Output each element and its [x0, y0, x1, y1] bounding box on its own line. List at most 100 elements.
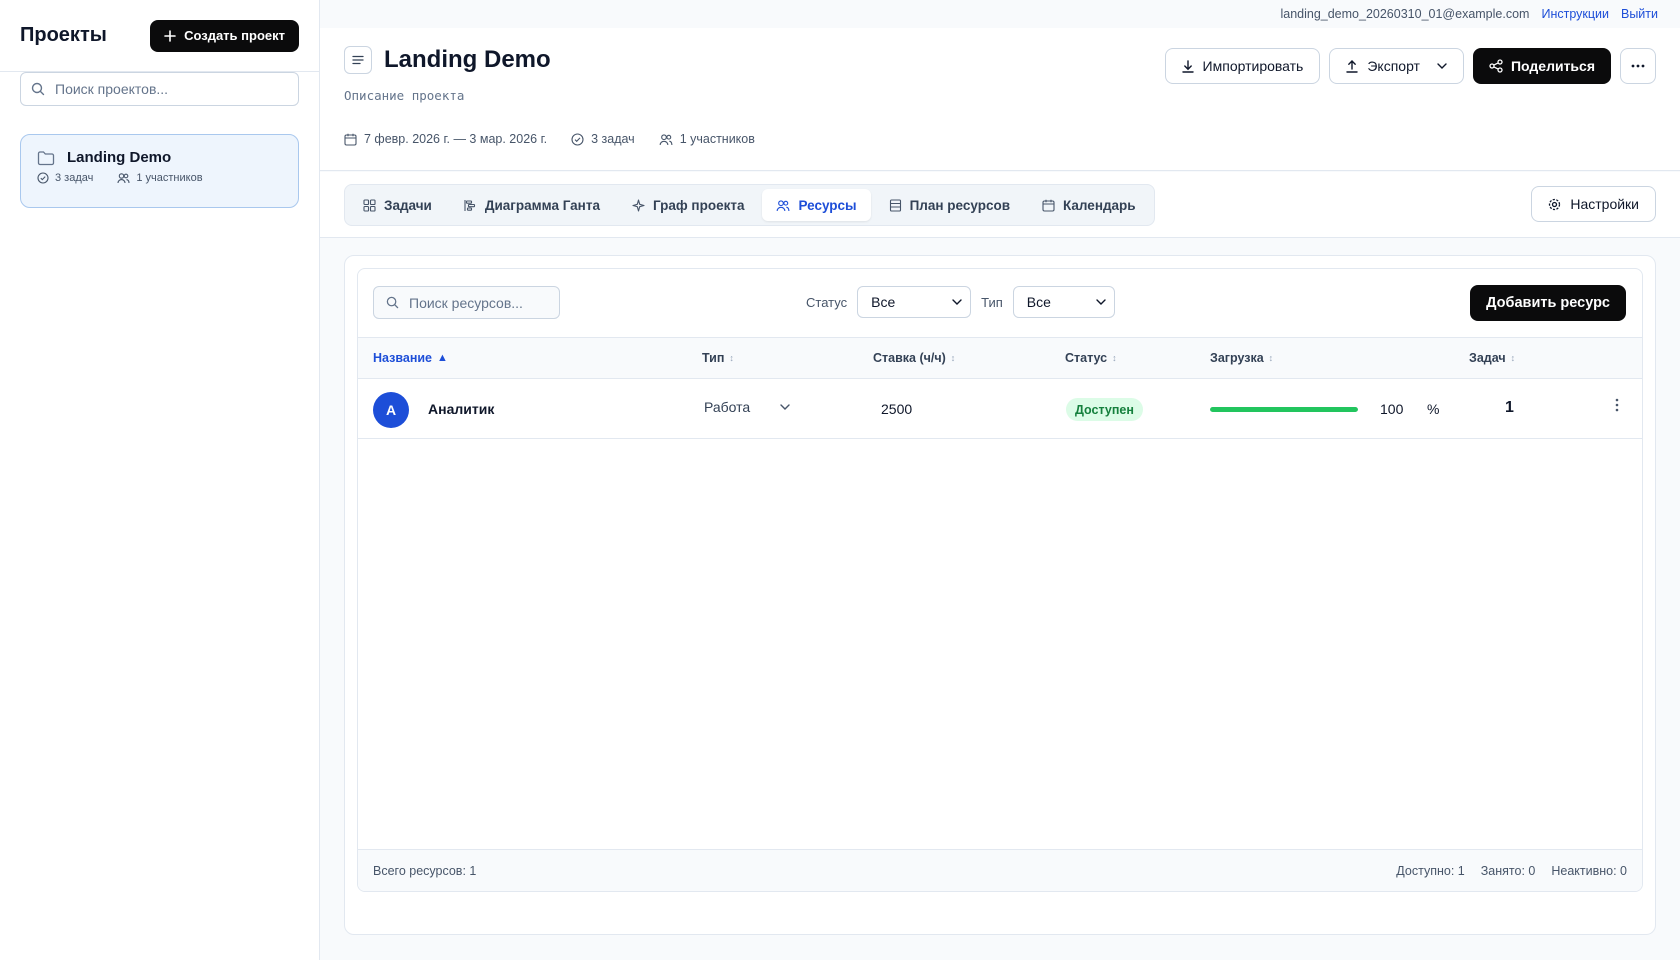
status-badge: Доступен: [1066, 398, 1143, 421]
tab-calendar[interactable]: Календарь: [1028, 189, 1150, 221]
check-circle-icon: [37, 172, 49, 184]
view-tabs: Задачи Диаграмма Ганта Граф проекта Ресу…: [344, 184, 1155, 226]
avatar: А: [373, 392, 409, 428]
share-icon: [1489, 59, 1503, 73]
resource-rate[interactable]: 2500: [881, 401, 912, 417]
tab-label: Диаграмма Ганта: [484, 197, 600, 213]
chevron-down-icon: [780, 404, 790, 410]
sidebar: Проекты Создать проект Landing Demo 3 за…: [0, 0, 320, 960]
project-dates: 7 февр. 2026 г. — 3 мар. 2026 г.: [364, 132, 548, 146]
column-header-status[interactable]: Статус ↕: [1065, 351, 1117, 365]
search-icon: [386, 296, 399, 309]
resource-filters: Статус Все Тип Все: [806, 286, 1115, 318]
resource-search[interactable]: [373, 286, 590, 319]
column-header-rate[interactable]: Ставка (ч/ч) ↕: [873, 351, 955, 365]
menu-icon: [352, 55, 364, 65]
upload-icon: [1346, 59, 1359, 73]
resource-search-input[interactable]: [409, 294, 590, 311]
tab-resources[interactable]: Ресурсы: [762, 189, 871, 221]
sort-icon: ↕: [1268, 352, 1274, 363]
share-button[interactable]: Поделиться: [1472, 48, 1611, 84]
sort-icon: ↕: [1112, 352, 1117, 363]
resource-type-select[interactable]: Работа: [704, 399, 790, 415]
project-meta: 3 задач 1 участников: [37, 172, 282, 184]
column-label: Название: [373, 351, 433, 365]
more-vertical-icon: [1615, 398, 1619, 412]
resources-toolbar: Статус Все Тип Все Доб: [358, 269, 1642, 337]
user-email: landing_demo_20260310_01@example.com: [1280, 7, 1530, 21]
column-label: Ставка (ч/ч): [873, 351, 946, 365]
tab-label: Граф проекта: [652, 197, 745, 213]
users-icon: [776, 199, 790, 212]
tab-label: Ресурсы: [798, 197, 857, 213]
more-options-button[interactable]: [1620, 48, 1656, 84]
total-resources: Всего ресурсов: 1: [373, 863, 477, 878]
plus-icon: [164, 29, 176, 42]
load-value[interactable]: 100: [1380, 401, 1403, 417]
resource-type-value: Работа: [704, 399, 751, 415]
row-actions-button[interactable]: [1615, 398, 1619, 412]
tab-resource-plan[interactable]: План ресурсов: [875, 189, 1024, 221]
type-filter-label: Тип: [981, 294, 1003, 310]
add-resource-button[interactable]: Добавить ресурс: [1470, 285, 1626, 321]
share-label: Поделиться: [1510, 58, 1595, 74]
import-button[interactable]: Импортировать: [1164, 48, 1321, 84]
instructions-link[interactable]: Инструкции: [1541, 7, 1609, 21]
type-filter-select[interactable]: Все: [1012, 286, 1115, 318]
footer-stats: Доступно: 1 Занято: 0 Неактивно: 0: [1396, 864, 1627, 878]
type-filter-value: Все: [1026, 294, 1051, 310]
search-icon: [31, 82, 45, 96]
calendar-icon: [344, 133, 357, 146]
tab-label: План ресурсов: [909, 197, 1010, 213]
header-actions: Импортировать Экспорт Поделиться: [1164, 48, 1656, 84]
tabs-row: Задачи Диаграмма Ганта Граф проекта Ресу…: [320, 172, 1680, 238]
tab-label: Задачи: [384, 197, 432, 213]
column-label: Задач: [1469, 351, 1506, 365]
sort-icon: ↕: [729, 352, 734, 363]
tab-gantt[interactable]: Диаграмма Ганта: [450, 189, 614, 221]
tab-project-graph[interactable]: Граф проекта: [618, 189, 759, 221]
tab-tasks[interactable]: Задачи: [349, 189, 446, 221]
column-header-type[interactable]: Тип ↕: [702, 351, 734, 365]
table-header: Название ▲ Тип ↕ Ставка (ч/ч) ↕ Статус ↕…: [358, 337, 1642, 379]
status-filter-select[interactable]: Все: [857, 286, 972, 318]
project-description[interactable]: Описание проекта: [344, 88, 464, 103]
main-area: landing_demo_20260310_01@example.com Инс…: [320, 0, 1680, 960]
project-search[interactable]: [20, 72, 299, 106]
resources-table-card: Статус Все Тип Все Доб: [357, 268, 1643, 892]
check-circle-icon: [571, 132, 584, 146]
project-member-count: 1 участников: [679, 132, 755, 146]
create-project-button[interactable]: Создать проект: [150, 19, 299, 52]
sort-icon: ↕: [950, 352, 956, 363]
menu-toggle-button[interactable]: [344, 46, 372, 74]
chevron-down-icon: [1096, 299, 1106, 305]
more-horizontal-icon: [1631, 64, 1645, 68]
resource-name: Аналитик: [428, 401, 495, 417]
settings-button[interactable]: Настройки: [1531, 186, 1656, 222]
load-progress-fill: [1210, 407, 1358, 412]
sidebar-header: Проекты Создать проект: [0, 0, 319, 72]
table-footer: Всего ресурсов: 1 Доступно: 1 Занято: 0 …: [358, 849, 1642, 891]
column-header-name[interactable]: Название ▲: [373, 351, 448, 365]
load-progress-bar: [1210, 407, 1358, 412]
table-row[interactable]: А Аналитик Работа 2500 Доступен 100 % 1: [358, 379, 1642, 439]
gantt-icon: [464, 199, 477, 212]
calendar-icon: [1042, 199, 1055, 212]
download-icon: [1181, 59, 1194, 73]
project-member-count: 1 участников: [136, 172, 203, 184]
export-button[interactable]: Экспорт: [1329, 48, 1464, 84]
column-label: Статус: [1065, 351, 1108, 365]
column-header-load[interactable]: Загрузка ↕: [1210, 351, 1273, 365]
logout-link[interactable]: Выйти: [1621, 7, 1658, 21]
project-card-landing-demo[interactable]: Landing Demo 3 задач 1 участников: [20, 134, 299, 208]
tab-label: Календарь: [1063, 197, 1136, 213]
column-label: Тип: [702, 351, 725, 365]
graph-icon: [632, 198, 645, 212]
topbar: landing_demo_20260310_01@example.com Инс…: [320, 0, 1680, 28]
sort-icon: ↕: [1510, 352, 1516, 363]
column-header-tasks[interactable]: Задач ↕: [1469, 351, 1515, 365]
chevron-down-icon: [952, 299, 962, 305]
export-label: Экспорт: [1367, 58, 1420, 74]
project-search-input[interactable]: [55, 81, 288, 97]
project-task-count: 3 задач: [591, 132, 635, 146]
